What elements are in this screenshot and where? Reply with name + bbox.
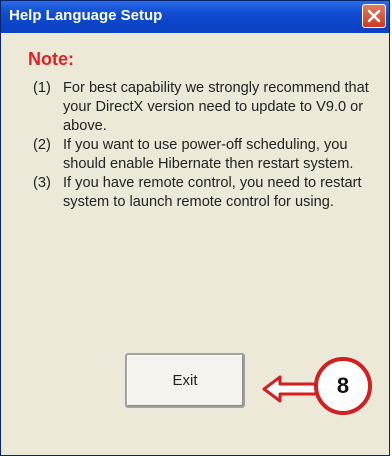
note-item-text: If you have remote control, you need to … [63, 175, 362, 210]
exit-button[interactable]: Exit [125, 353, 245, 408]
callout-number-badge: 8 [314, 357, 372, 415]
title-bar[interactable]: Help Language Setup [1, 1, 389, 33]
note-item-3: (3) If you have remote control, you need… [33, 174, 378, 212]
left-arrow-icon [262, 374, 318, 409]
note-heading: Note: [28, 49, 74, 69]
window-title: Help Language Setup [9, 7, 163, 24]
note-item-number: (1) [33, 80, 51, 96]
close-button[interactable] [362, 4, 386, 28]
note-item-1: (1) For best capability we strongly reco… [33, 79, 378, 136]
note-item-number: (2) [33, 137, 51, 153]
note-list: (1) For best capability we strongly reco… [33, 79, 378, 212]
note-item-text: If you want to use power-off scheduling,… [63, 137, 354, 172]
note-item-2: (2) If you want to use power-off schedul… [33, 136, 378, 174]
note-item-number: (3) [33, 175, 51, 191]
note-item-text: For best capability we strongly recommen… [63, 80, 369, 134]
close-icon [367, 9, 381, 23]
